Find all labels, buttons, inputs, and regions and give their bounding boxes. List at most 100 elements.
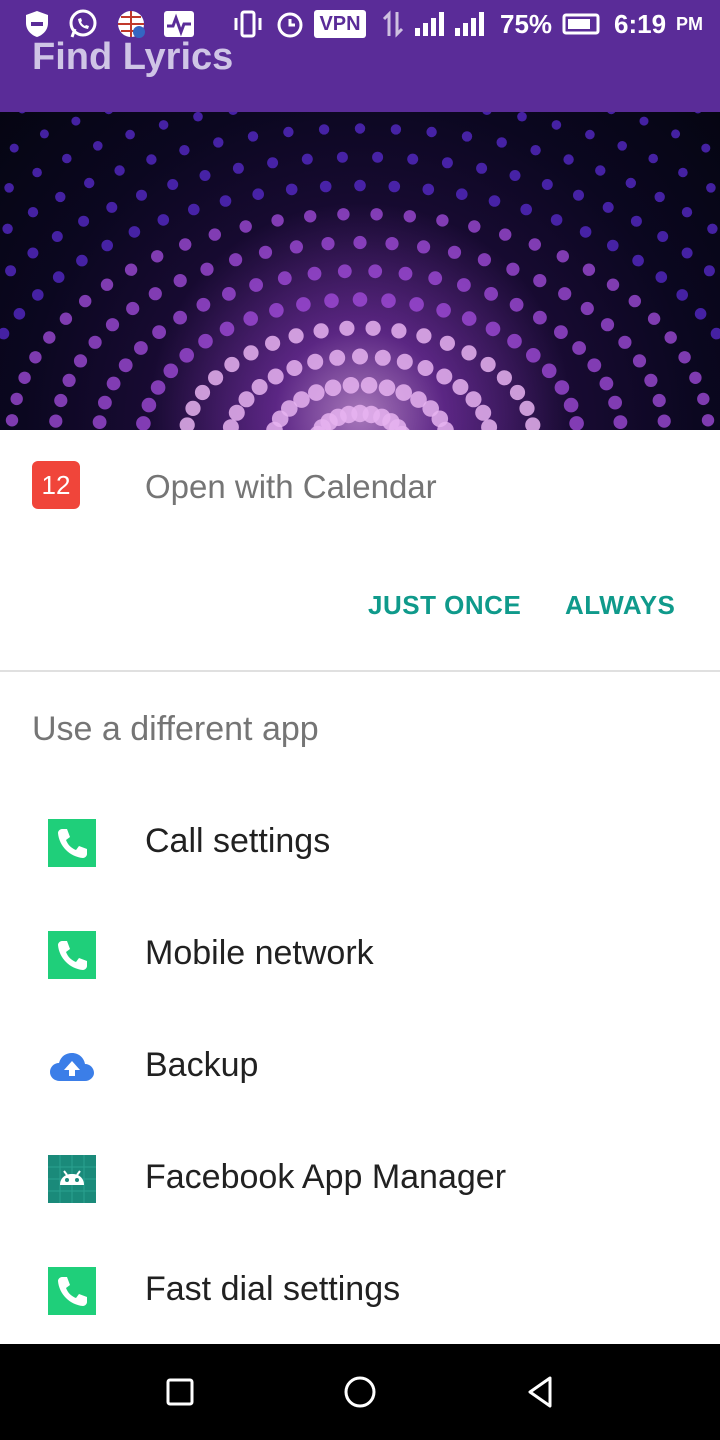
just-once-button[interactable]: JUST ONCE [368,590,521,621]
light-dot [608,395,622,410]
light-dot [374,349,391,366]
light-dot [607,239,619,252]
light-dot [267,368,284,385]
light-dot [488,195,501,207]
light-dot [179,417,195,430]
light-dot [370,208,383,221]
signal-h-icon [412,8,446,40]
light-dot [447,245,462,259]
circle-icon [344,1376,376,1408]
light-dot [587,358,602,373]
light-dot [509,384,526,401]
vpn-badge: VPN [314,10,366,38]
light-dot [62,153,72,164]
light-dot [283,126,294,138]
light-dot [368,264,383,279]
light-dot [51,231,63,242]
app-item-label: Mobile network [145,934,374,972]
light-dot [707,223,718,234]
light-dot [52,271,65,283]
light-dot [352,292,368,307]
light-dot [128,226,141,238]
light-dot [136,189,147,201]
light-dot [71,116,81,126]
divider [0,670,720,672]
light-dot [79,294,92,308]
app-item-mobile-network[interactable]: Mobile network [0,898,720,1010]
light-dot [602,201,614,213]
light-dot [73,354,88,368]
light-dot [62,373,76,387]
light-dot [678,167,688,178]
light-dot [385,237,399,251]
light-dot [118,358,133,373]
light-dot [267,157,279,169]
light-dot [301,153,313,165]
recents-button[interactable] [156,1368,204,1416]
navigation-bar [0,1344,720,1440]
app-item-fast-dial-settings[interactable]: Fast dial settings [0,1234,720,1346]
home-button[interactable] [336,1368,384,1416]
light-dot [2,223,13,234]
light-dot [76,254,88,267]
light-dot [148,287,162,301]
light-dot [436,303,451,318]
light-dot [499,228,512,241]
light-dot [247,131,259,142]
header-image [0,112,720,430]
light-dots-graphic [0,112,720,430]
light-dot [352,348,368,365]
light-dot [286,360,303,376]
light-dot [407,153,419,165]
light-dot [179,348,194,363]
light-dot [390,124,402,135]
light-dot [18,371,31,384]
light-dot [93,141,103,151]
app-item-facebook-app-manager[interactable]: Facebook App Manager [0,1122,720,1234]
phone-icon [48,819,96,867]
light-dot [526,348,541,363]
light-dot [150,380,166,395]
light-dot [551,120,562,130]
light-dot [630,215,642,227]
light-dot [426,126,437,138]
top-bar: VPN 75% 6:19 PM Find Lyrics [0,0,720,112]
phone-icon [48,931,96,979]
light-dot [365,320,381,336]
light-dot [701,414,715,427]
light-dot [541,179,553,190]
light-dot [9,143,19,153]
light-dot [618,335,632,349]
light-dot [146,154,157,165]
light-dot [654,191,665,203]
light-dot [607,112,616,115]
light-dot [249,278,263,292]
light-dot [125,129,135,140]
light-dot [480,356,496,373]
light-dot [232,162,244,174]
app-item-label: Call settings [145,822,331,860]
light-dot [509,297,524,312]
light-dot [185,400,201,416]
light-dot [339,320,355,336]
light-dot [173,310,188,325]
light-dot [13,308,26,320]
always-button[interactable]: ALWAYS [565,590,675,621]
light-dot [173,274,187,288]
light-dot [243,345,259,361]
app-item-call-settings[interactable]: Call settings [0,786,720,898]
light-dot [18,112,26,114]
light-dot [475,404,492,421]
light-dot [106,201,118,213]
light-dot [613,415,628,429]
light-dot [114,165,125,176]
light-dot [482,112,492,115]
light-dot [78,215,90,227]
light-dot [229,253,243,267]
back-button[interactable] [516,1368,564,1416]
app-item-label: Facebook App Manager [145,1158,507,1196]
light-dot [703,265,715,277]
app-item-backup[interactable]: Backup [0,1010,720,1122]
light-dot [243,311,258,326]
light-dot [528,238,541,251]
